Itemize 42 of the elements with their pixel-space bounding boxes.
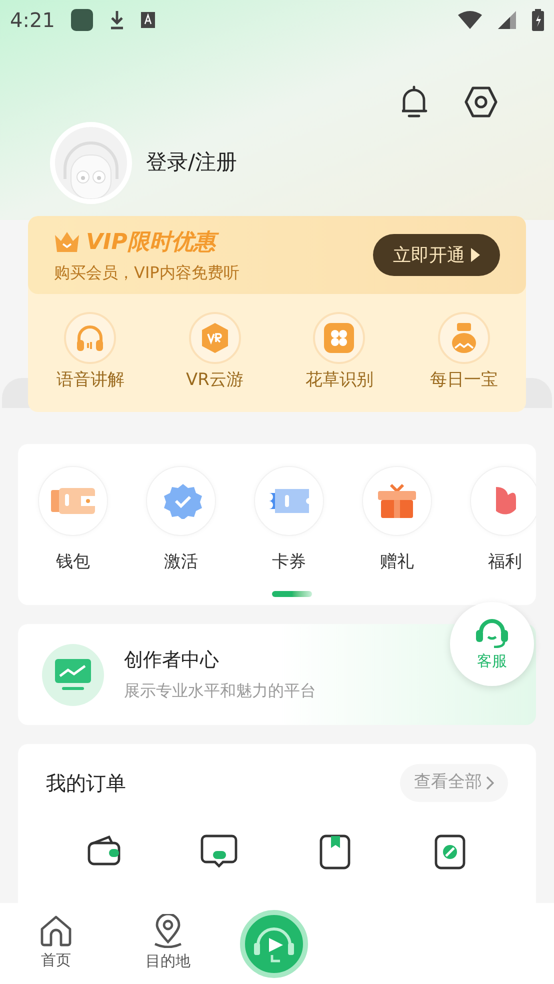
bell-icon <box>400 85 428 119</box>
service-item[interactable]: 钱包 <box>38 466 108 575</box>
scroll-indicator <box>272 591 312 597</box>
wifi-icon <box>458 11 482 29</box>
chevron-right-icon <box>486 776 494 790</box>
app-notification-icon <box>70 9 93 31</box>
status-time: 4:21 <box>10 7 55 34</box>
gift-icon <box>378 482 416 518</box>
battery-icon <box>532 9 544 31</box>
home-icon <box>39 915 73 948</box>
keyboard-notification-icon <box>140 12 155 28</box>
service-item[interactable]: 赠礼 <box>362 466 432 575</box>
vip-feature-item[interactable]: VR云游 <box>152 312 277 394</box>
notification-bell-button[interactable] <box>399 84 429 120</box>
activate-now-button[interactable]: 立即开通 <box>373 234 500 276</box>
vip-subtitle: 购买会员，VIP内容免费听 <box>54 262 240 284</box>
wallet-icon <box>51 486 95 516</box>
creator-subtitle: 展示专业水平和魅力的平台 <box>124 680 316 702</box>
wallet-icon <box>86 834 121 866</box>
crown-icon <box>54 231 80 253</box>
headphones-icon <box>75 324 106 352</box>
login-register-link[interactable]: 登录/注册 <box>146 147 238 179</box>
nav-tab[interactable]: 目的地 <box>112 914 224 973</box>
orders-title: 我的订单 <box>46 770 126 797</box>
settings-button[interactable] <box>463 84 499 120</box>
service-item[interactable]: 卡券 <box>254 466 324 575</box>
download-icon <box>108 10 125 30</box>
cancel-icon <box>434 834 466 870</box>
vip-feature-item[interactable]: 语音讲解 <box>28 312 152 394</box>
service-item[interactable]: 激活 <box>146 466 216 575</box>
settings-icon <box>464 86 498 118</box>
signal-icon <box>498 11 516 29</box>
triangle-right-icon <box>471 248 480 262</box>
service-item[interactable]: 福利 <box>470 466 536 575</box>
vip-feature-item[interactable]: 每日一宝 <box>402 312 526 394</box>
clover-icon <box>324 323 354 353</box>
nav-tab[interactable]: 首页 <box>0 915 112 972</box>
creator-title: 创作者中心 <box>124 648 220 674</box>
vip-feature-item[interactable]: 花草识别 <box>277 312 402 394</box>
comment-icon <box>200 834 238 868</box>
chart-monitor-icon <box>55 658 91 690</box>
bookmark-book-icon <box>318 834 351 870</box>
